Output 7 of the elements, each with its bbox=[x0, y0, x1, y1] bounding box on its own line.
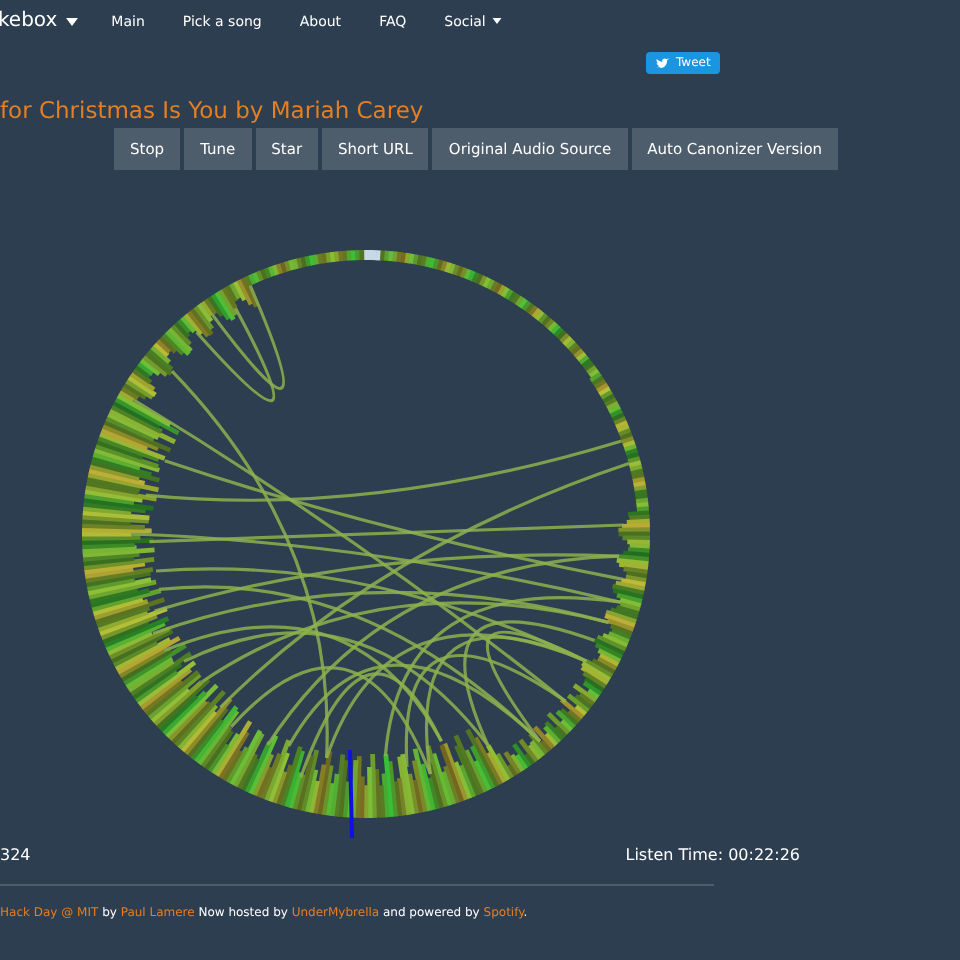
song-title: for Christmas Is You by Mariah Carey bbox=[0, 96, 426, 124]
listen-time: Listen Time: 00:22:26 bbox=[625, 845, 800, 863]
caret-icon bbox=[491, 18, 502, 24]
caret-icon bbox=[65, 17, 78, 25]
beat-count: 324 bbox=[0, 845, 31, 863]
bird-icon bbox=[656, 57, 670, 69]
brand-link[interactable]: kebox bbox=[0, 10, 78, 32]
